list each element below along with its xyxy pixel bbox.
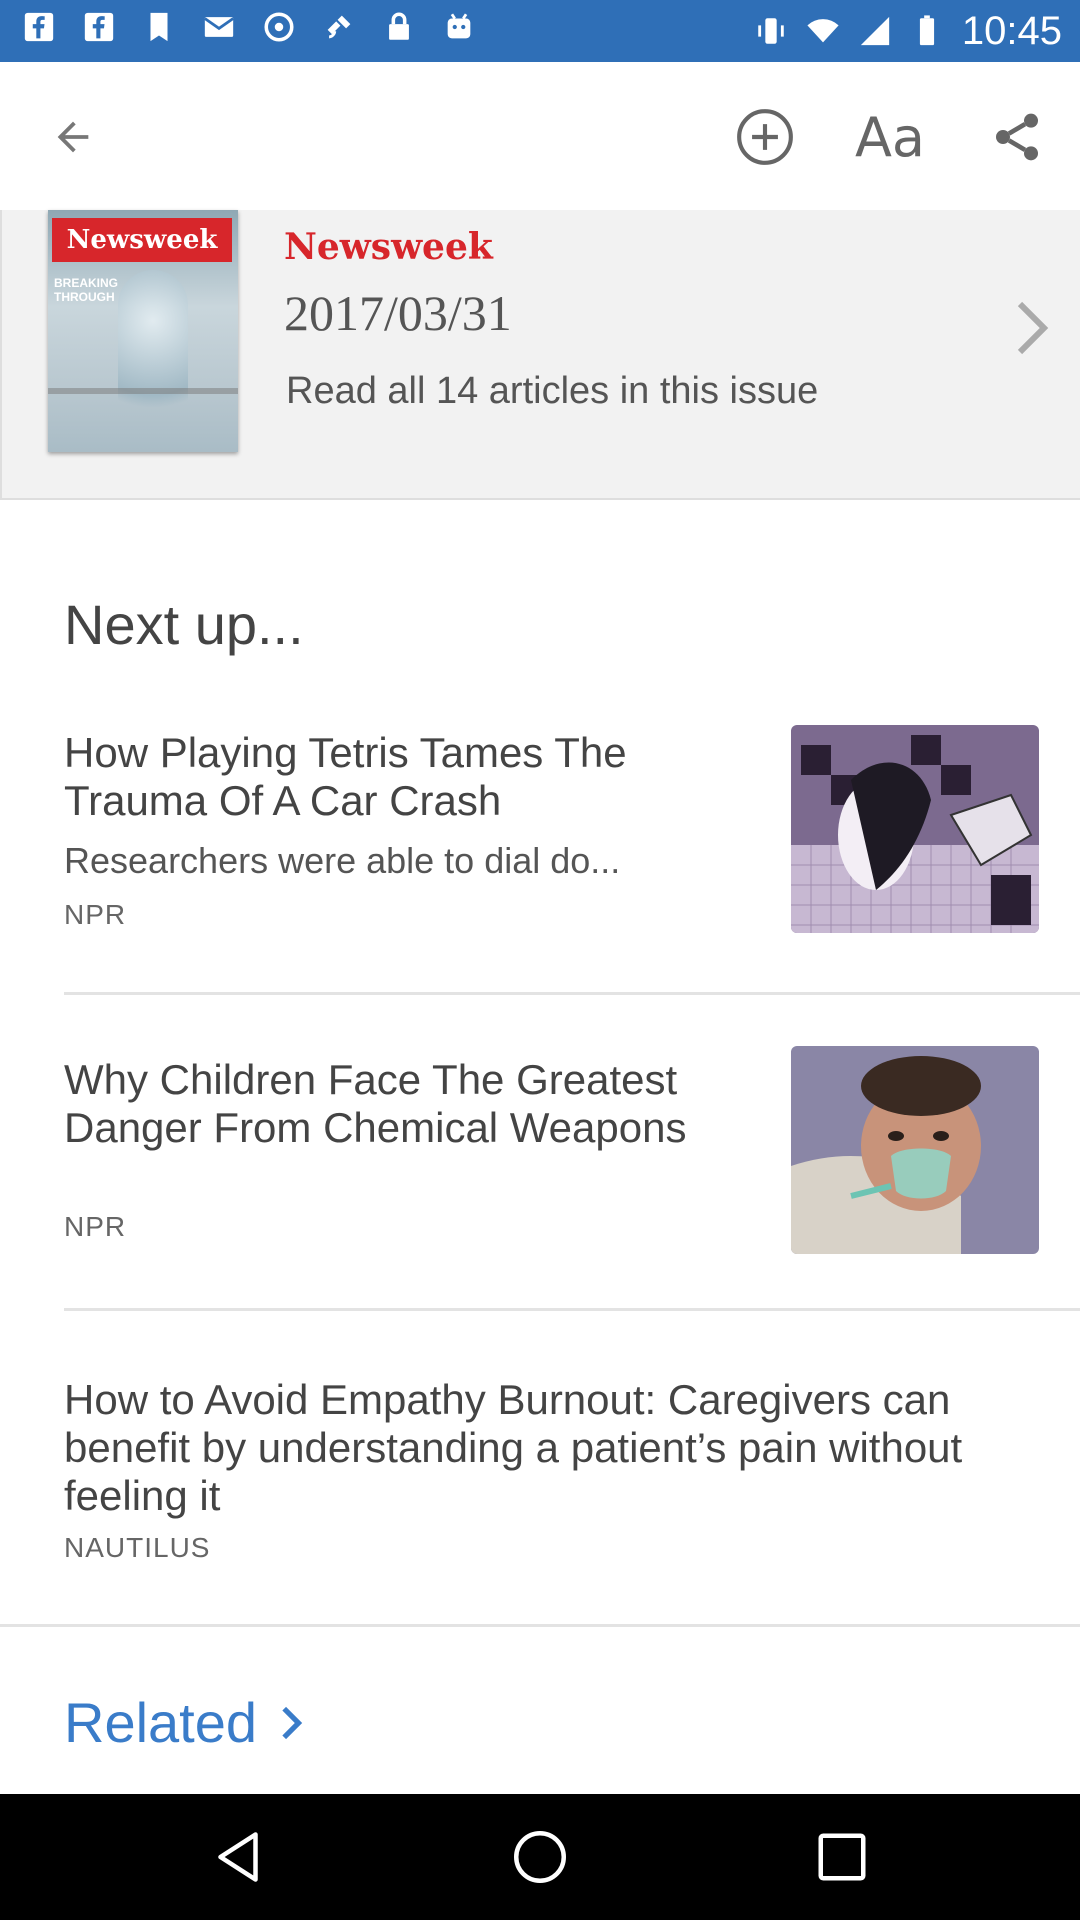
facebook-icon (24, 12, 54, 42)
article-item[interactable]: How to Avoid Empathy Burnout: Caregivers… (0, 1370, 1080, 1600)
notification-icons (22, 10, 476, 44)
article-item[interactable]: How Playing Tetris Tames The Trauma Of A… (0, 725, 1080, 975)
wifi-signal-icon (807, 19, 839, 43)
article-thumbnail (791, 725, 1039, 933)
article-summary: Researchers were able to dial do... (64, 840, 621, 881)
article-title: How to Avoid Empathy Burnout: Caregivers… (64, 1376, 963, 1519)
nav-recents-icon[interactable] (812, 1827, 872, 1887)
divider (0, 1624, 1080, 1627)
issue-date: 2017/03/31 (284, 285, 512, 341)
add-circle-icon (737, 109, 793, 165)
status-right: 10:45 (754, 8, 1062, 54)
mail-icon (204, 17, 234, 37)
publication-name: Newsweek (284, 226, 493, 268)
lock-icon (389, 12, 409, 40)
app-bar: Aa (0, 62, 1080, 210)
read-all-link[interactable]: Read all 14 articles in this issue (286, 370, 818, 413)
divider (64, 992, 1080, 995)
bookmark-icon (150, 12, 168, 42)
chevron-right-icon (1017, 301, 1049, 355)
nav-home-icon[interactable] (510, 1827, 570, 1887)
article-item[interactable]: Why Children Face The Greatest Danger Fr… (0, 1046, 1080, 1306)
magazine-cover: Newsweek BREAKING THROUGH (48, 210, 238, 452)
article-source: NPR (64, 1211, 127, 1242)
back-button[interactable] (38, 102, 108, 172)
next-up-heading: Next up... (64, 593, 304, 656)
system-nav-bar (0, 1794, 1080, 1920)
divider (64, 1308, 1080, 1311)
article-title: Why Children Face The Greatest Danger Fr… (64, 1056, 687, 1151)
battery-icon (919, 15, 934, 46)
wifi-icon (264, 12, 294, 42)
nav-back-icon[interactable] (208, 1827, 268, 1887)
vibrate-icon (758, 18, 784, 44)
add-button[interactable] (730, 102, 800, 172)
status-bar: 10:45 (0, 0, 1080, 62)
article-title: How Playing Tetris Tames The Trauma Of A… (64, 729, 627, 824)
related-label: Related (64, 1691, 258, 1754)
cover-figure (118, 270, 188, 440)
related-link[interactable]: Related (64, 1690, 305, 1755)
cover-masthead: Newsweek (52, 218, 232, 262)
satellite-icon (327, 15, 351, 39)
share-button[interactable] (982, 102, 1052, 172)
chevron-right-icon (282, 1706, 303, 1739)
share-icon (996, 113, 1038, 161)
font-size-button[interactable]: Aa (855, 102, 925, 172)
article-source: NAUTILUS (64, 1532, 211, 1563)
cover-band (48, 388, 238, 394)
issue-card[interactable]: Newsweek BREAKING THROUGH Newsweek 2017/… (0, 210, 1080, 500)
child-oxygen-mask-photo (791, 1046, 1039, 1254)
article-source: NPR (64, 899, 127, 930)
arrow-back-icon (57, 121, 89, 153)
font-size-label: Aa (854, 105, 926, 169)
tetris-illustration (791, 725, 1039, 933)
android-icon (447, 13, 471, 39)
article-thumbnail (791, 1046, 1039, 1254)
clock: 10:45 (961, 9, 1062, 53)
facebook-icon (84, 12, 114, 42)
cell-signal-icon (860, 16, 890, 46)
